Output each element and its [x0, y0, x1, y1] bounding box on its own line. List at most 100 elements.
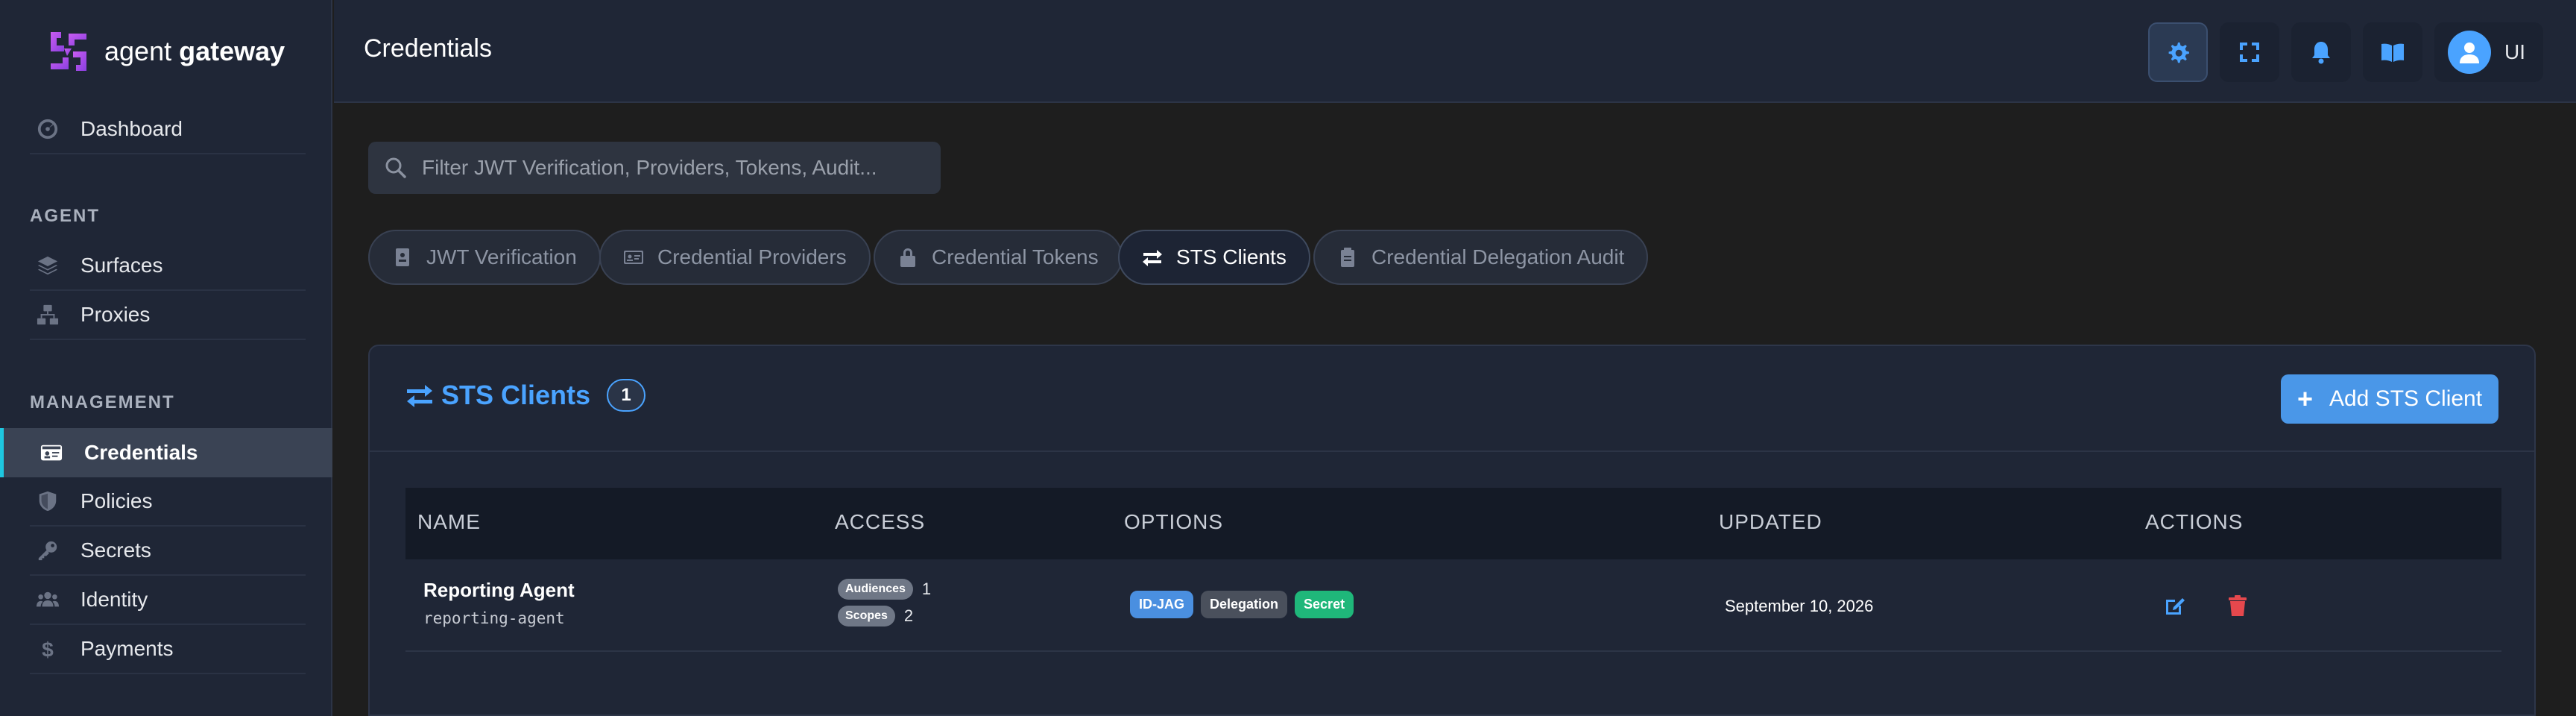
sidebar-item-payments[interactable]: $ Payments [30, 625, 306, 674]
search-icon [385, 157, 406, 178]
network-icon [36, 303, 60, 327]
gear-icon [2168, 43, 2189, 63]
sidebar-item-dashboard[interactable]: Dashboard [30, 105, 306, 154]
sidebar-item-label: Dashboard [80, 117, 183, 140]
table-header: NAME ACCESS OPTIONS UPDATED ACTIONS [405, 488, 2501, 559]
plus-icon: + [2296, 383, 2313, 414]
shield-icon [36, 489, 60, 513]
brand-logo-icon [51, 32, 86, 71]
client-name: Reporting Agent [423, 579, 575, 601]
lock-icon [900, 248, 915, 267]
option-badge-secret: Secret [1295, 591, 1354, 618]
tab-credential-delegation-audit[interactable]: Credential Delegation Audit [1313, 230, 1649, 285]
swap-arrows-icon [1143, 250, 1162, 266]
tab-credential-providers[interactable]: Credential Providers [599, 230, 871, 285]
add-sts-client-button[interactable]: + Add STS Client [2281, 374, 2498, 424]
tab-credential-tokens[interactable]: Credential Tokens [874, 230, 1123, 285]
edit-icon [2166, 598, 2185, 615]
audiences-pill: Audiences [838, 579, 913, 600]
column-header-actions: ACTIONS [2145, 510, 2244, 533]
client-name-cell: Reporting Agent reporting-agent [423, 579, 575, 627]
access-cell: Audiences 1 Scopes 2 [838, 576, 931, 629]
sidebar-item-label: Identity [80, 588, 148, 611]
user-icon [2460, 43, 2479, 63]
svg-text:$: $ [42, 638, 54, 660]
page-title: Credentials [364, 34, 492, 63]
options-cell: ID-JAG Delegation Secret [1130, 591, 1354, 618]
tab-jwt-verification[interactable]: JWT Verification [368, 230, 601, 285]
column-header-updated: UPDATED [1719, 510, 1822, 533]
top-header: Credentials UI [334, 0, 2576, 103]
sidebar-item-surfaces[interactable]: Surfaces [30, 242, 306, 291]
section-label-agent: AGENT [30, 206, 100, 226]
dollar-icon: $ [36, 637, 60, 661]
sidebar-item-label: Secrets [80, 538, 151, 562]
audiences-count: 1 [921, 580, 932, 598]
settings-button[interactable] [2148, 22, 2208, 82]
fullscreen-icon [2240, 43, 2259, 62]
tab-label: Credential Tokens [932, 245, 1099, 268]
brand[interactable]: agent gateway [46, 28, 285, 75]
id-card-icon [624, 251, 643, 264]
sidebar: agent gateway Dashboard AGENT Surfaces P… [0, 0, 332, 716]
fullscreen-button[interactable] [2220, 22, 2279, 82]
tab-label: STS Clients [1176, 245, 1287, 268]
client-id: reporting-agent [423, 609, 565, 627]
dashboard-gauge-icon [36, 117, 60, 141]
user-initials: UI [2504, 40, 2525, 63]
sidebar-item-identity[interactable]: Identity [30, 576, 306, 625]
card-title: STS Clients 1 [405, 379, 646, 412]
table-row: Reporting Agent reporting-agent Audience… [405, 559, 2501, 652]
sidebar-item-policies[interactable]: Policies [30, 477, 306, 527]
brand-name: agent gateway [104, 36, 285, 67]
sidebar-item-credentials[interactable]: Credentials [0, 428, 332, 477]
delete-button[interactable] [2223, 591, 2253, 621]
count-badge: 1 [607, 379, 646, 412]
sidebar-item-secrets[interactable]: Secrets [30, 527, 306, 576]
tab-label: JWT Verification [426, 245, 577, 268]
sidebar-item-label: Policies [80, 489, 153, 512]
avatar [2448, 31, 2491, 74]
layers-icon [36, 254, 60, 277]
option-badge-delegation: Delegation [1201, 591, 1288, 618]
column-header-name: NAME [417, 510, 481, 533]
tab-label: Credential Delegation Audit [1371, 245, 1625, 268]
scopes-count: 2 [903, 606, 914, 625]
column-header-options: OPTIONS [1124, 510, 1224, 533]
tab-label: Credential Providers [657, 245, 847, 268]
updated-date: September 10, 2026 [1725, 597, 1874, 615]
search-box [368, 142, 941, 194]
clipboard-icon [1341, 248, 1354, 267]
scopes-line: Scopes 2 [838, 603, 931, 629]
brand-name-light: agent [104, 36, 172, 66]
user-menu-button[interactable]: UI [2434, 22, 2543, 82]
trash-icon [2229, 595, 2247, 616]
book-icon [2381, 43, 2404, 62]
id-badge-icon [396, 248, 409, 266]
tab-sts-clients[interactable]: STS Clients [1118, 230, 1310, 285]
users-icon [36, 588, 60, 612]
sts-clients-card: STS Clients 1 + Add STS Client NAME ACCE… [368, 345, 2536, 716]
sidebar-item-label: Payments [80, 637, 174, 660]
swap-arrows-icon [407, 385, 432, 407]
sidebar-item-proxies[interactable]: Proxies [30, 291, 306, 340]
search-input[interactable] [422, 156, 929, 180]
docs-button[interactable] [2363, 22, 2422, 82]
bell-icon [2312, 42, 2330, 64]
option-badge-id-jag: ID-JAG [1130, 591, 1194, 618]
card-header: STS Clients 1 + Add STS Client [370, 346, 2534, 452]
notifications-button[interactable] [2291, 22, 2351, 82]
id-card-icon [40, 441, 63, 465]
card-title-text: STS Clients [441, 380, 591, 410]
edit-button[interactable] [2160, 591, 2190, 621]
sidebar-item-label: Surfaces [80, 254, 163, 277]
sidebar-item-label: Proxies [80, 303, 151, 326]
add-button-label: Add STS Client [2329, 386, 2483, 411]
audiences-line: Audiences 1 [838, 576, 931, 603]
scopes-pill: Scopes [838, 606, 895, 626]
sidebar-item-label: Credentials [84, 441, 198, 464]
key-icon [36, 538, 60, 562]
section-label-management: MANAGEMENT [30, 392, 175, 412]
brand-name-bold: gateway [179, 36, 285, 66]
column-header-access: ACCESS [835, 510, 926, 533]
